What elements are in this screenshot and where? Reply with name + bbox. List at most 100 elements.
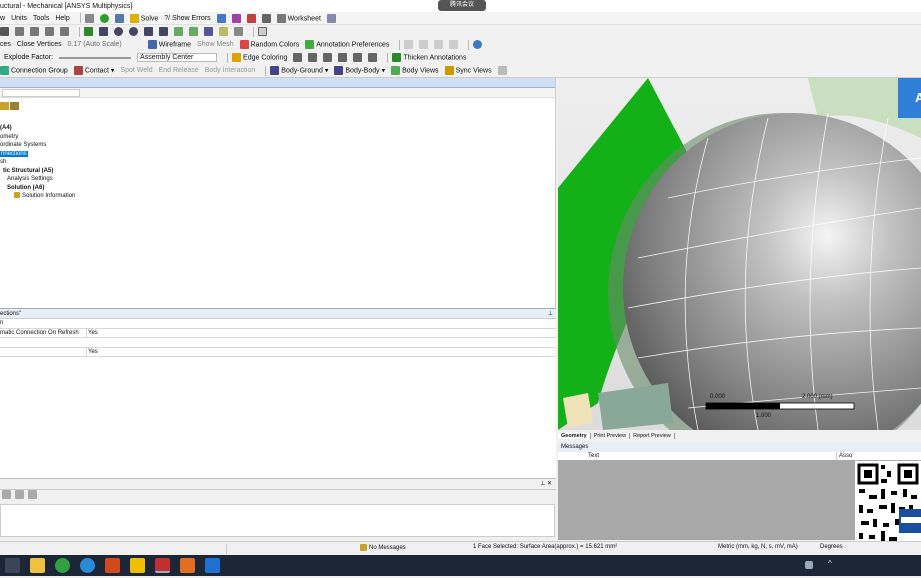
mechanical-icon[interactable] xyxy=(155,558,170,573)
show-errors-button[interactable]: ?/ Show Errors xyxy=(164,15,210,22)
wps-icon[interactable] xyxy=(105,558,120,573)
tree-item-solution-information[interactable]: Solution Information xyxy=(0,192,300,201)
tab-report-preview[interactable]: Report Preview xyxy=(630,432,675,439)
vertex-select-icon[interactable] xyxy=(15,27,24,36)
tree-item-connections[interactable]: nnections xyxy=(0,150,300,159)
tab-geometry[interactable]: Geometry xyxy=(558,432,591,439)
chrome-icon[interactable] xyxy=(55,558,70,573)
edge-coloring-button[interactable]: Edge Coloring xyxy=(232,53,287,62)
iso-view-icon[interactable] xyxy=(204,27,213,36)
edge-style-icon-5[interactable] xyxy=(353,53,363,62)
ruler-icon-4[interactable] xyxy=(449,40,459,49)
tag-icon[interactable] xyxy=(234,27,243,36)
collapse-tree-icon[interactable] xyxy=(10,102,19,110)
app-icon[interactable] xyxy=(180,558,195,573)
tree-item-geometry[interactable]: ometry xyxy=(0,133,300,142)
viewport-icon[interactable] xyxy=(258,27,267,36)
select-mode-icon[interactable] xyxy=(0,27,9,36)
pin-icon[interactable]: ⊥ xyxy=(548,309,553,319)
face-select-icon[interactable] xyxy=(45,27,54,36)
contact-dropdown[interactable]: Contact ▾ xyxy=(73,66,114,75)
status-units[interactable]: Metric (mm, kg, N, s, mV, mA) xyxy=(718,544,798,550)
browser-icon[interactable] xyxy=(80,558,95,573)
options-icon[interactable] xyxy=(497,66,507,75)
tree-item-coordinate-systems[interactable]: ordinate Systems xyxy=(0,141,300,150)
pin-close-icon[interactable]: ⊥ ✕ xyxy=(540,480,552,487)
assembly-center-select[interactable]: Assembly Center xyxy=(137,53,218,62)
edge-style-icon-6[interactable] xyxy=(368,53,378,62)
random-colors-button[interactable]: Random Colors xyxy=(239,40,299,49)
text-icon[interactable] xyxy=(261,13,271,23)
globe-icon[interactable] xyxy=(473,40,483,49)
body-interaction-button[interactable]: Body Interaction xyxy=(205,67,256,74)
thicken-annotations-button[interactable]: Thicken Annotations xyxy=(392,53,466,62)
edge-style-icon-3[interactable] xyxy=(323,53,333,62)
body-ground-dropdown[interactable]: Body-Ground ▾ xyxy=(270,66,328,75)
solve-button[interactable]: Solve xyxy=(129,13,158,23)
meeting-overlay-badge[interactable]: 腾讯会议 xyxy=(438,0,486,11)
tree-icon[interactable] xyxy=(114,13,124,23)
ruler-icon-2[interactable] xyxy=(419,40,429,49)
help-cursor-icon[interactable] xyxy=(326,13,336,23)
fit-icon[interactable] xyxy=(144,27,153,36)
magnifier-icon[interactable] xyxy=(159,27,168,36)
model-geometry[interactable] xyxy=(558,78,921,430)
close-vertices-button[interactable]: Close Vertices xyxy=(17,41,62,48)
menu-help[interactable]: Help xyxy=(55,15,69,22)
tree-item-mesh[interactable]: sh xyxy=(0,158,300,167)
wireframe-button[interactable]: Wireframe xyxy=(147,40,191,49)
zoom-icon[interactable] xyxy=(114,27,123,36)
worksheet-button[interactable]: Worksheet xyxy=(276,13,321,23)
ruler-icon[interactable] xyxy=(404,40,414,49)
details-row[interactable]: matic Connection On Refresh Yes xyxy=(0,328,556,338)
edge-style-icon[interactable] xyxy=(293,53,303,62)
menu-item[interactable]: w xyxy=(0,15,5,22)
body-views-button[interactable]: Body Views xyxy=(391,66,439,75)
window-icon[interactable] xyxy=(84,13,94,23)
pan-icon[interactable] xyxy=(99,27,108,36)
spot-weld-button[interactable]: Spot Weld xyxy=(120,67,152,74)
export-icon[interactable] xyxy=(27,490,37,499)
explode-slider[interactable] xyxy=(59,56,132,59)
show-mesh-button[interactable]: Show Mesh xyxy=(197,41,234,48)
edge-select-icon[interactable] xyxy=(30,27,39,36)
tree-item-model[interactable]: (A4) xyxy=(0,124,300,133)
menu-units[interactable]: Units xyxy=(11,15,27,22)
sync-views-button[interactable]: Sync Views xyxy=(444,66,492,75)
previous-view-icon[interactable] xyxy=(174,27,183,36)
box-zoom-icon[interactable] xyxy=(129,27,138,36)
ansys-icon[interactable] xyxy=(130,558,145,573)
details-row-value[interactable]: Yes xyxy=(86,347,98,357)
status-degrees[interactable]: Degrees xyxy=(820,544,843,550)
body-select-icon[interactable] xyxy=(60,27,69,36)
label-icon[interactable] xyxy=(219,27,228,36)
column-text[interactable]: Text xyxy=(588,452,599,460)
meeting-icon[interactable] xyxy=(205,558,220,573)
next-view-icon[interactable] xyxy=(189,27,198,36)
ruler-icon-3[interactable] xyxy=(434,40,444,49)
file-explorer-icon[interactable] xyxy=(30,558,45,573)
details-row[interactable] xyxy=(0,338,556,348)
edge-style-icon-4[interactable] xyxy=(338,53,348,62)
expand-tree-icon[interactable] xyxy=(0,102,9,110)
auto-scale-dropdown[interactable]: 0.17 (Auto Scale) xyxy=(68,41,122,48)
tab-print-preview[interactable]: Print Preview xyxy=(591,432,631,439)
annotation-preferences-button[interactable]: Annotation Preferences xyxy=(305,40,389,49)
details-row-value[interactable]: Yes xyxy=(86,328,98,338)
tray-icon[interactable] xyxy=(805,561,813,569)
edge-style-icon-2[interactable] xyxy=(308,53,318,62)
check-icon[interactable] xyxy=(99,13,109,23)
outline-filter-input[interactable] xyxy=(2,89,80,97)
tree-item-static-structural[interactable]: tic Structural (A5) xyxy=(0,167,300,176)
rotate-icon[interactable] xyxy=(84,27,93,36)
details-row[interactable]: n xyxy=(0,319,556,329)
menu-tools[interactable]: Tools xyxy=(33,15,49,22)
view-icon[interactable] xyxy=(216,13,226,23)
column-association[interactable]: Asso xyxy=(836,452,852,460)
body-body-dropdown[interactable]: Body-Body ▾ xyxy=(334,66,385,75)
task-view-icon[interactable] xyxy=(5,558,20,573)
bottom-panel-content[interactable] xyxy=(0,504,555,537)
grid-icon-2[interactable] xyxy=(14,490,24,499)
status-messages[interactable]: No Messages xyxy=(360,544,406,551)
graphics-viewport[interactable]: A 0.000 2.000 (mm) 1.000 xyxy=(558,78,921,430)
